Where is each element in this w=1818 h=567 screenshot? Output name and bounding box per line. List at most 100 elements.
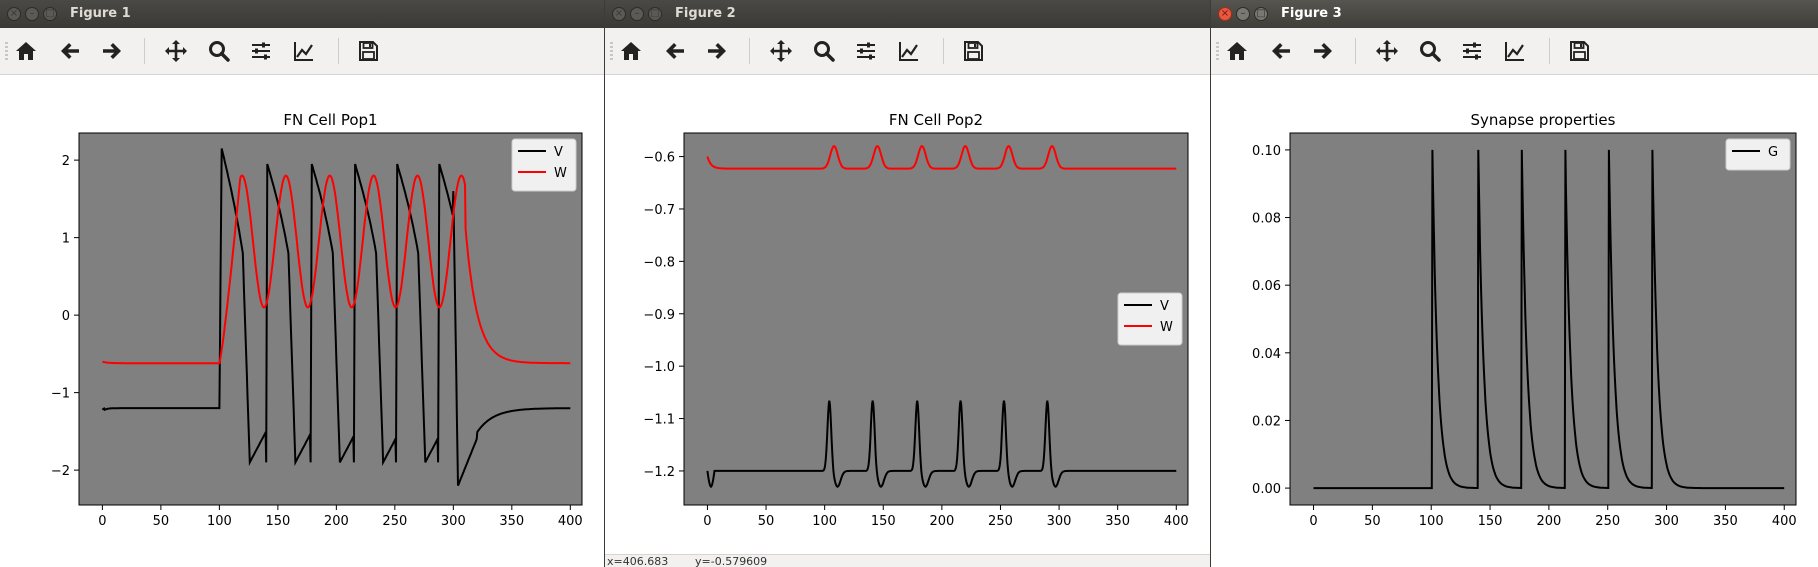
close-button[interactable]: × <box>612 7 626 21</box>
y-tick-label: 0.00 <box>1252 482 1281 497</box>
y-tick-label: 0.08 <box>1252 212 1281 227</box>
toolbar-separator <box>749 38 750 64</box>
x-tick-label: 250 <box>1595 514 1620 529</box>
forward-arrow-button[interactable] <box>1309 37 1337 65</box>
minimize-button[interactable]: – <box>1236 7 1250 21</box>
x-tick-label: 350 <box>499 514 524 529</box>
subplots-icon <box>857 42 875 60</box>
y-tick-label: −2 <box>51 464 70 479</box>
chart-title: FN Cell Pop1 <box>283 111 377 129</box>
x-tick-label: 100 <box>207 514 232 529</box>
close-button[interactable]: × <box>7 7 21 21</box>
forward-arrow-icon <box>103 43 121 59</box>
axes-edit-button[interactable] <box>895 37 923 65</box>
maximize-button[interactable]: □ <box>43 7 57 21</box>
save-button[interactable] <box>959 37 987 65</box>
axes-edit-button[interactable] <box>290 37 318 65</box>
figure-canvas[interactable]: FN Cell Pop2 0 50 100 150 200 250 300 350 400 −1.2… <box>605 75 1210 555</box>
x-tick-label: 0 <box>703 514 711 529</box>
figure-canvas[interactable]: FN Cell Pop1 0 50 100 150 200 250 300 350 400 −2 −1… <box>0 75 604 555</box>
title-bar[interactable]: × – □ Figure 1 <box>0 0 604 28</box>
x-tick-label: 400 <box>1772 514 1797 529</box>
zoom-button[interactable] <box>810 37 838 65</box>
back-arrow-button[interactable] <box>56 37 84 65</box>
toolbar-separator <box>1355 38 1356 64</box>
y-tick-label: −1.0 <box>643 360 675 375</box>
pan-icon <box>770 40 792 62</box>
pan-button[interactable] <box>1373 37 1401 65</box>
forward-arrow-button[interactable] <box>98 37 126 65</box>
x-tick-label: 400 <box>558 514 583 529</box>
x-tick-label: 150 <box>265 514 290 529</box>
legend-label: V <box>1160 299 1169 314</box>
subplots-button[interactable] <box>852 37 880 65</box>
home-button[interactable] <box>617 37 645 65</box>
y-tick-label: −1.1 <box>643 413 675 428</box>
back-arrow-button[interactable] <box>1267 37 1295 65</box>
x-tick-label: 100 <box>1419 514 1444 529</box>
axes-edit-icon <box>1505 42 1524 61</box>
zoom-button[interactable] <box>1416 37 1444 65</box>
minimize-button[interactable]: – <box>25 7 39 21</box>
title-bar[interactable]: × – □ Figure 3 <box>1211 0 1818 28</box>
maximize-button[interactable]: □ <box>648 7 662 21</box>
window-title: Figure 2 <box>675 6 736 21</box>
figure-canvas[interactable]: Synapse properties 0 50 100 150 200 250 300 350 4… <box>1211 75 1818 555</box>
y-tick-label: 0.06 <box>1252 279 1281 294</box>
home-icon <box>16 42 36 60</box>
window-title: Figure 1 <box>70 6 131 21</box>
back-arrow-button[interactable] <box>661 37 689 65</box>
status-y: y=-0.579609 <box>695 555 768 567</box>
plot-area <box>683 132 1189 506</box>
x-tick-label: 300 <box>1047 514 1072 529</box>
plot-area <box>1289 132 1797 506</box>
x-tick-label: 350 <box>1105 514 1130 529</box>
toolbar-separator <box>338 38 339 64</box>
pan-icon <box>1376 40 1398 62</box>
save-button[interactable] <box>1565 37 1593 65</box>
x-tick-label: 300 <box>1654 514 1679 529</box>
close-button[interactable]: × <box>1218 7 1232 21</box>
pan-button[interactable] <box>162 37 190 65</box>
subplots-icon <box>1463 42 1481 60</box>
zoom-icon <box>209 41 230 62</box>
y-tick-label: 0.10 <box>1252 144 1281 159</box>
x-tick-label: 150 <box>871 514 896 529</box>
pan-button[interactable] <box>767 37 795 65</box>
legend <box>511 138 577 192</box>
plot-area <box>78 132 583 506</box>
zoom-icon <box>814 41 835 62</box>
toolbar-grip <box>610 42 613 60</box>
toolbar <box>605 28 1210 75</box>
x-tick-label: 50 <box>153 514 170 529</box>
x-tick-label: 0 <box>98 514 106 529</box>
forward-arrow-icon <box>708 43 726 59</box>
home-icon <box>621 42 641 60</box>
status-bar: x=406.683 y=-0.579609 <box>605 554 1210 567</box>
x-tick-label: 300 <box>441 514 466 529</box>
zoom-button[interactable] <box>205 37 233 65</box>
legend-label: V <box>554 145 563 160</box>
pan-icon <box>165 40 187 62</box>
forward-arrow-button[interactable] <box>703 37 731 65</box>
axes-edit-button[interactable] <box>1501 37 1529 65</box>
subplots-button[interactable] <box>1458 37 1486 65</box>
save-icon <box>1570 41 1589 61</box>
x-tick-label: 200 <box>324 514 349 529</box>
toolbar-separator <box>943 38 944 64</box>
home-button[interactable] <box>1223 37 1251 65</box>
save-button[interactable] <box>354 37 382 65</box>
legend <box>1725 138 1791 171</box>
home-button[interactable] <box>12 37 40 65</box>
toolbar-grip <box>5 42 8 60</box>
figure-window-1: × – □ Figure 1 FN Cell Pop1 0 50 100 150 200 2… <box>0 0 604 567</box>
chart-title: FN Cell Pop2 <box>889 111 983 129</box>
maximize-button[interactable]: □ <box>1254 7 1268 21</box>
home-icon <box>1227 42 1247 60</box>
x-tick-label: 250 <box>382 514 407 529</box>
figure-window-2: × – □ Figure 2 FN Cell Pop2 0 50 100 150 200 2… <box>605 0 1210 567</box>
y-tick-label: 0.02 <box>1252 414 1281 429</box>
title-bar[interactable]: × – □ Figure 2 <box>605 0 1210 28</box>
minimize-button[interactable]: – <box>630 7 644 21</box>
subplots-button[interactable] <box>247 37 275 65</box>
